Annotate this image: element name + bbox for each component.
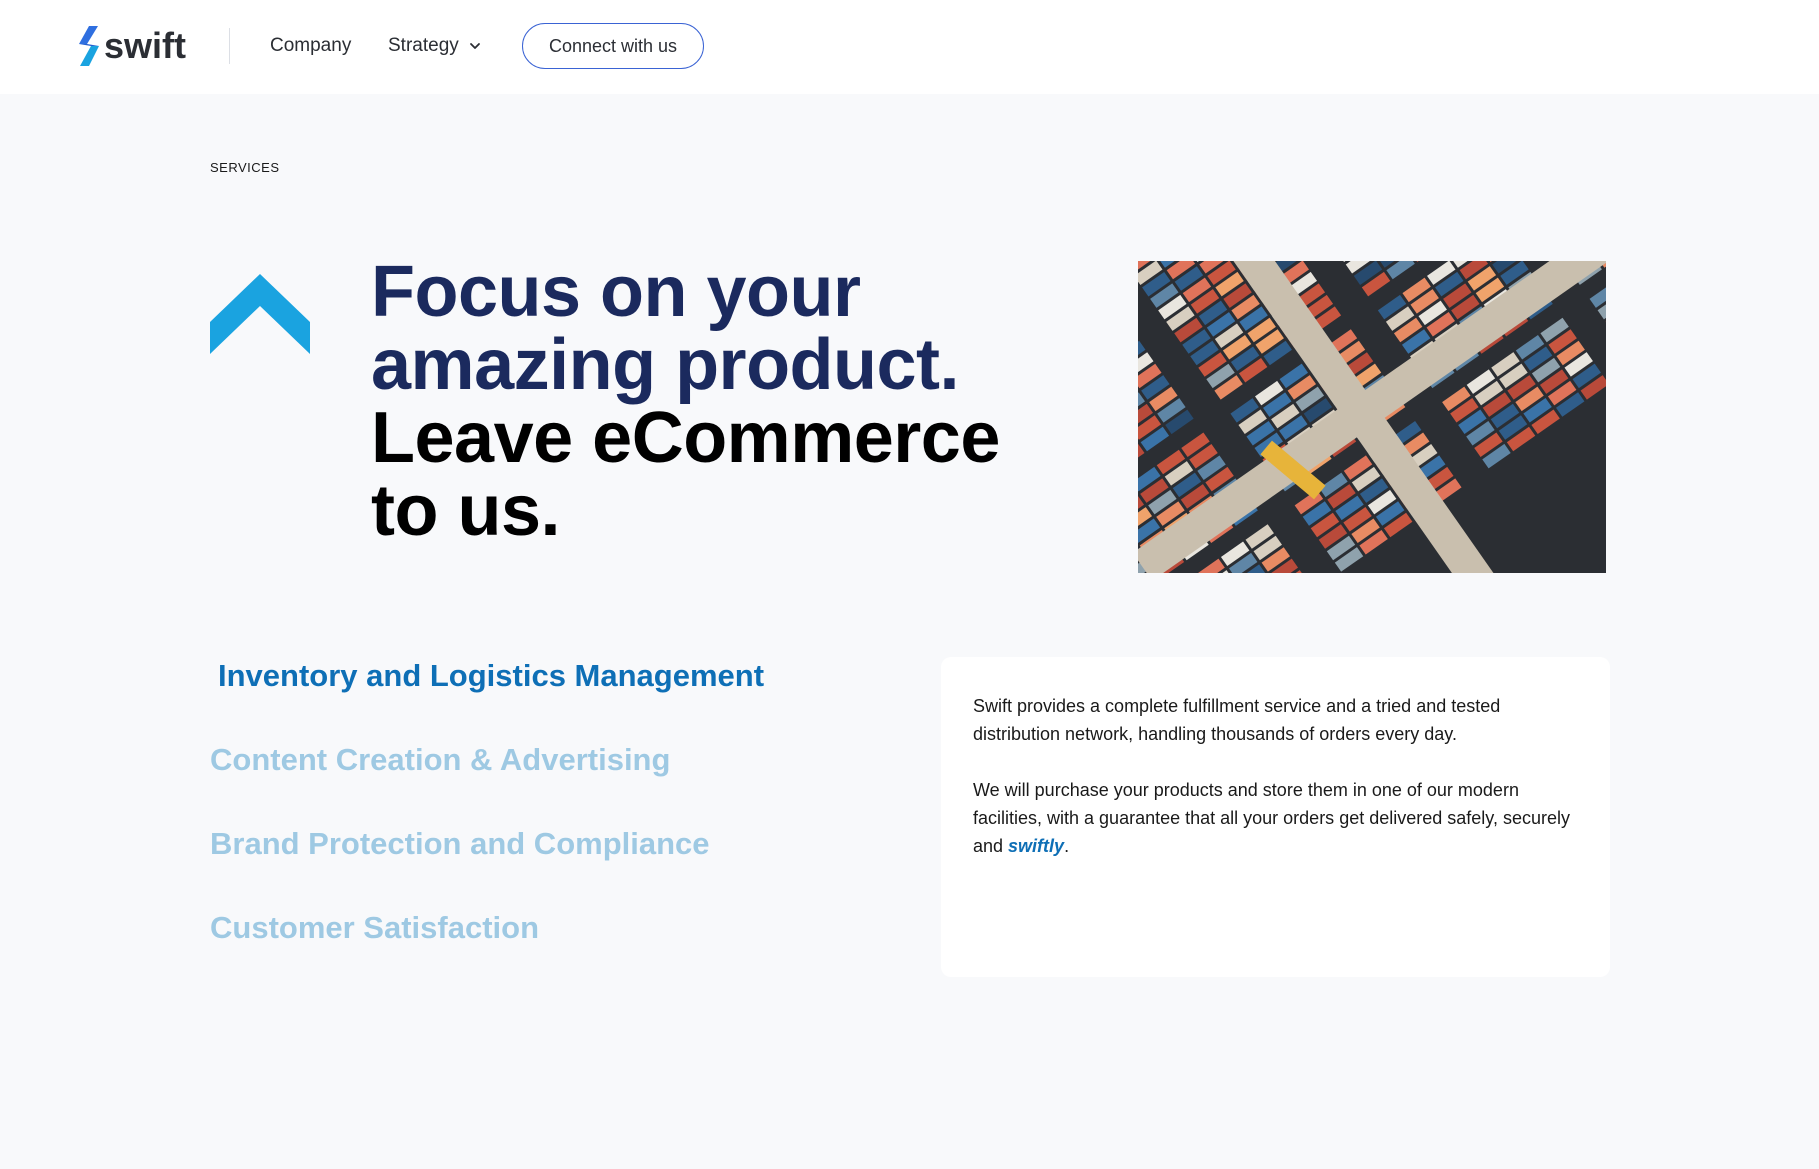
hero-line-3: Leave eCommerce: [371, 398, 1000, 478]
chevron-down-icon: [469, 43, 480, 49]
service-tab-brand-protection[interactable]: Brand Protection and Compliance: [210, 824, 764, 864]
section-eyebrow: SERVICES: [210, 160, 280, 175]
description-paragraph-2-end: .: [1064, 836, 1070, 856]
brand-name: swift: [104, 25, 187, 66]
shipping-containers-aerial-photo: [1138, 261, 1606, 573]
container-yard-illustration: [1138, 261, 1606, 573]
hero-line-1: Focus on your: [371, 252, 861, 332]
description-paragraph-2: We will purchase your products and store…: [973, 776, 1578, 860]
nav-divider: [229, 28, 230, 64]
nav-strategy-dropdown[interactable]: Strategy: [388, 34, 481, 58]
service-tab-content-advertising[interactable]: Content Creation & Advertising: [210, 740, 764, 780]
services-tab-list: Inventory and Logistics Management Conte…: [210, 656, 764, 992]
hero-headline: Focus on your amazing product. Leave eCo…: [371, 256, 1051, 548]
swiftly-emphasis: swiftly: [1008, 836, 1065, 856]
top-navigation-bar: swift Company Strategy Connect with us: [0, 0, 1819, 94]
service-tab-customer-satisfaction[interactable]: Customer Satisfaction: [210, 908, 764, 948]
connect-with-us-button[interactable]: Connect with us: [522, 23, 704, 69]
swift-bolt-logo-icon: [79, 26, 99, 66]
hero-line-4: to us.: [371, 471, 561, 551]
service-tab-inventory-logistics[interactable]: Inventory and Logistics Management: [218, 656, 764, 696]
chevron-up-icon: [210, 274, 310, 354]
hero-line-2: amazing product.: [371, 325, 960, 405]
nav-strategy-label: Strategy: [388, 35, 459, 56]
swift-logo[interactable]: swift: [78, 26, 186, 66]
nav-company-link[interactable]: Company: [270, 34, 351, 58]
service-description-card: Swift provides a complete fulfillment se…: [941, 657, 1610, 977]
description-paragraph-1: Swift provides a complete fulfillment se…: [973, 696, 1501, 744]
